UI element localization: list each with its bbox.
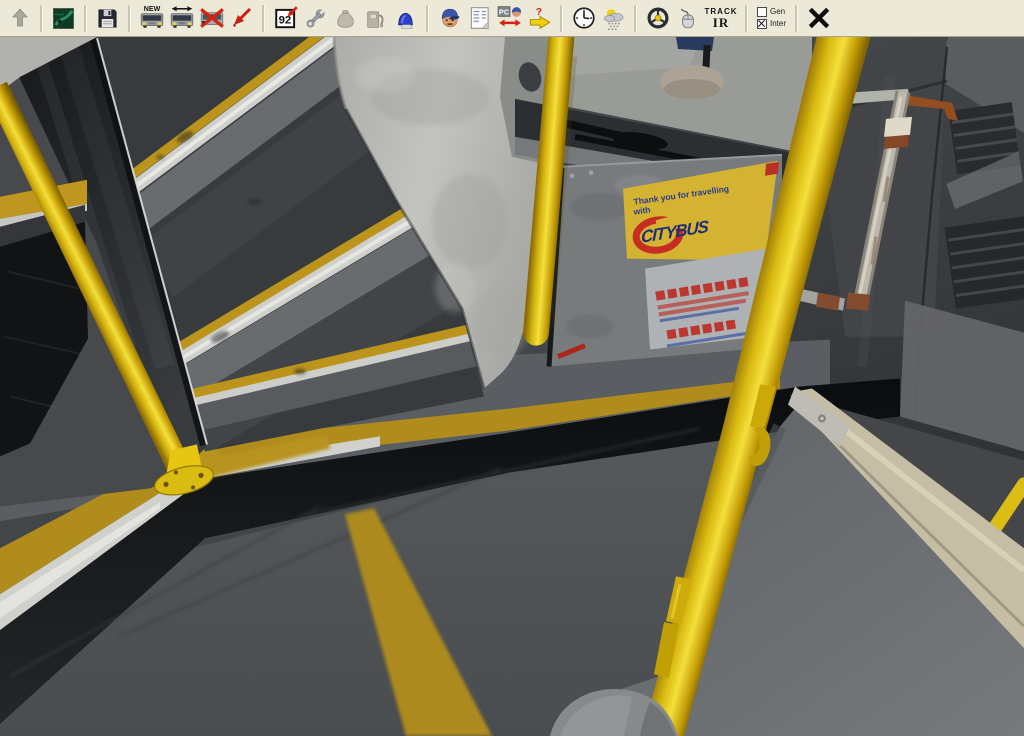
floppy-disk-icon [96, 7, 119, 30]
bus-double-arrow-icon [169, 5, 195, 31]
jump-button[interactable]: ? [526, 3, 553, 33]
refuel-button[interactable] [362, 3, 389, 33]
ai-control-button[interactable]: PC [496, 3, 523, 33]
clock-icon [571, 5, 597, 31]
document-icon [467, 5, 493, 31]
main-toolbar: NEW [0, 0, 1024, 37]
driver-button[interactable] [436, 3, 463, 33]
driver-face-icon [437, 5, 463, 31]
svg-text:NEW: NEW [143, 6, 160, 13]
time-button[interactable] [570, 3, 597, 33]
toolbar-separator [426, 5, 429, 32]
bus-delete-icon [199, 5, 225, 31]
mouse-control-button[interactable] [674, 3, 701, 33]
money-button[interactable] [332, 3, 359, 33]
timetable-button[interactable] [466, 3, 493, 33]
year-settings-button[interactable]: 92 [272, 3, 299, 33]
up-level-button[interactable] [6, 3, 33, 33]
svg-text:PC: PC [498, 7, 509, 16]
checkbox-gen-label: Gen [770, 8, 785, 16]
close-button[interactable] [805, 3, 832, 33]
up-arrow-icon [8, 6, 32, 30]
svg-text:?: ? [535, 7, 541, 18]
new-bus-button[interactable]: NEW [138, 3, 165, 33]
checkbox-inter-label: Inter [770, 20, 786, 28]
checkbox-gen-box[interactable] [757, 7, 767, 17]
svg-text:92: 92 [278, 14, 291, 26]
weather-button[interactable] [600, 3, 627, 33]
toolbar-separator [84, 5, 87, 32]
repair-button[interactable] [302, 3, 329, 33]
map-button[interactable] [50, 3, 77, 33]
checkbox-inter[interactable]: Inter [757, 19, 786, 29]
checkbox-gen[interactable]: Gen [757, 7, 786, 17]
save-button[interactable] [94, 3, 121, 33]
map-thumbnail-icon [52, 7, 75, 30]
toolbar-separator [745, 5, 748, 32]
view-checkbox-group: Gen Inter [755, 7, 788, 29]
new-bus-icon: NEW [139, 5, 165, 31]
toolbar-separator [40, 5, 43, 32]
trackir-button[interactable]: TRACK IR [704, 3, 738, 33]
calendar-92-icon: 92 [273, 5, 299, 31]
checkbox-inter-box[interactable] [757, 19, 767, 29]
toolbar-separator [795, 5, 798, 32]
toolbar-separator [560, 5, 563, 32]
toolbar-separator [634, 5, 637, 32]
mouse-icon [676, 6, 700, 30]
move-bus-button[interactable] [168, 3, 195, 33]
question-arrow-icon: ? [527, 5, 553, 31]
toolbar-separator [128, 5, 131, 32]
close-x-icon [806, 5, 832, 31]
trackir-label-bottom: IR [713, 16, 729, 29]
blue-lamp-icon [393, 6, 418, 31]
fuel-pump-icon [363, 6, 388, 31]
delete-bus-button[interactable] [198, 3, 225, 33]
toolbar-separator [262, 5, 265, 32]
pc-swap-icon: PC [497, 5, 523, 31]
vignette [0, 37, 1024, 736]
beacon-button[interactable] [392, 3, 419, 33]
place-bus-button[interactable] [228, 3, 255, 33]
red-arrow-icon [230, 6, 254, 30]
wrench-icon [303, 6, 328, 31]
steering-button[interactable] [644, 3, 671, 33]
weather-icon [600, 5, 627, 32]
steering-wheel-icon [645, 5, 671, 31]
money-sack-icon [333, 6, 358, 31]
3d-viewport-bus-interior[interactable]: Thank you for travelling with CITYBUS [0, 37, 1024, 736]
